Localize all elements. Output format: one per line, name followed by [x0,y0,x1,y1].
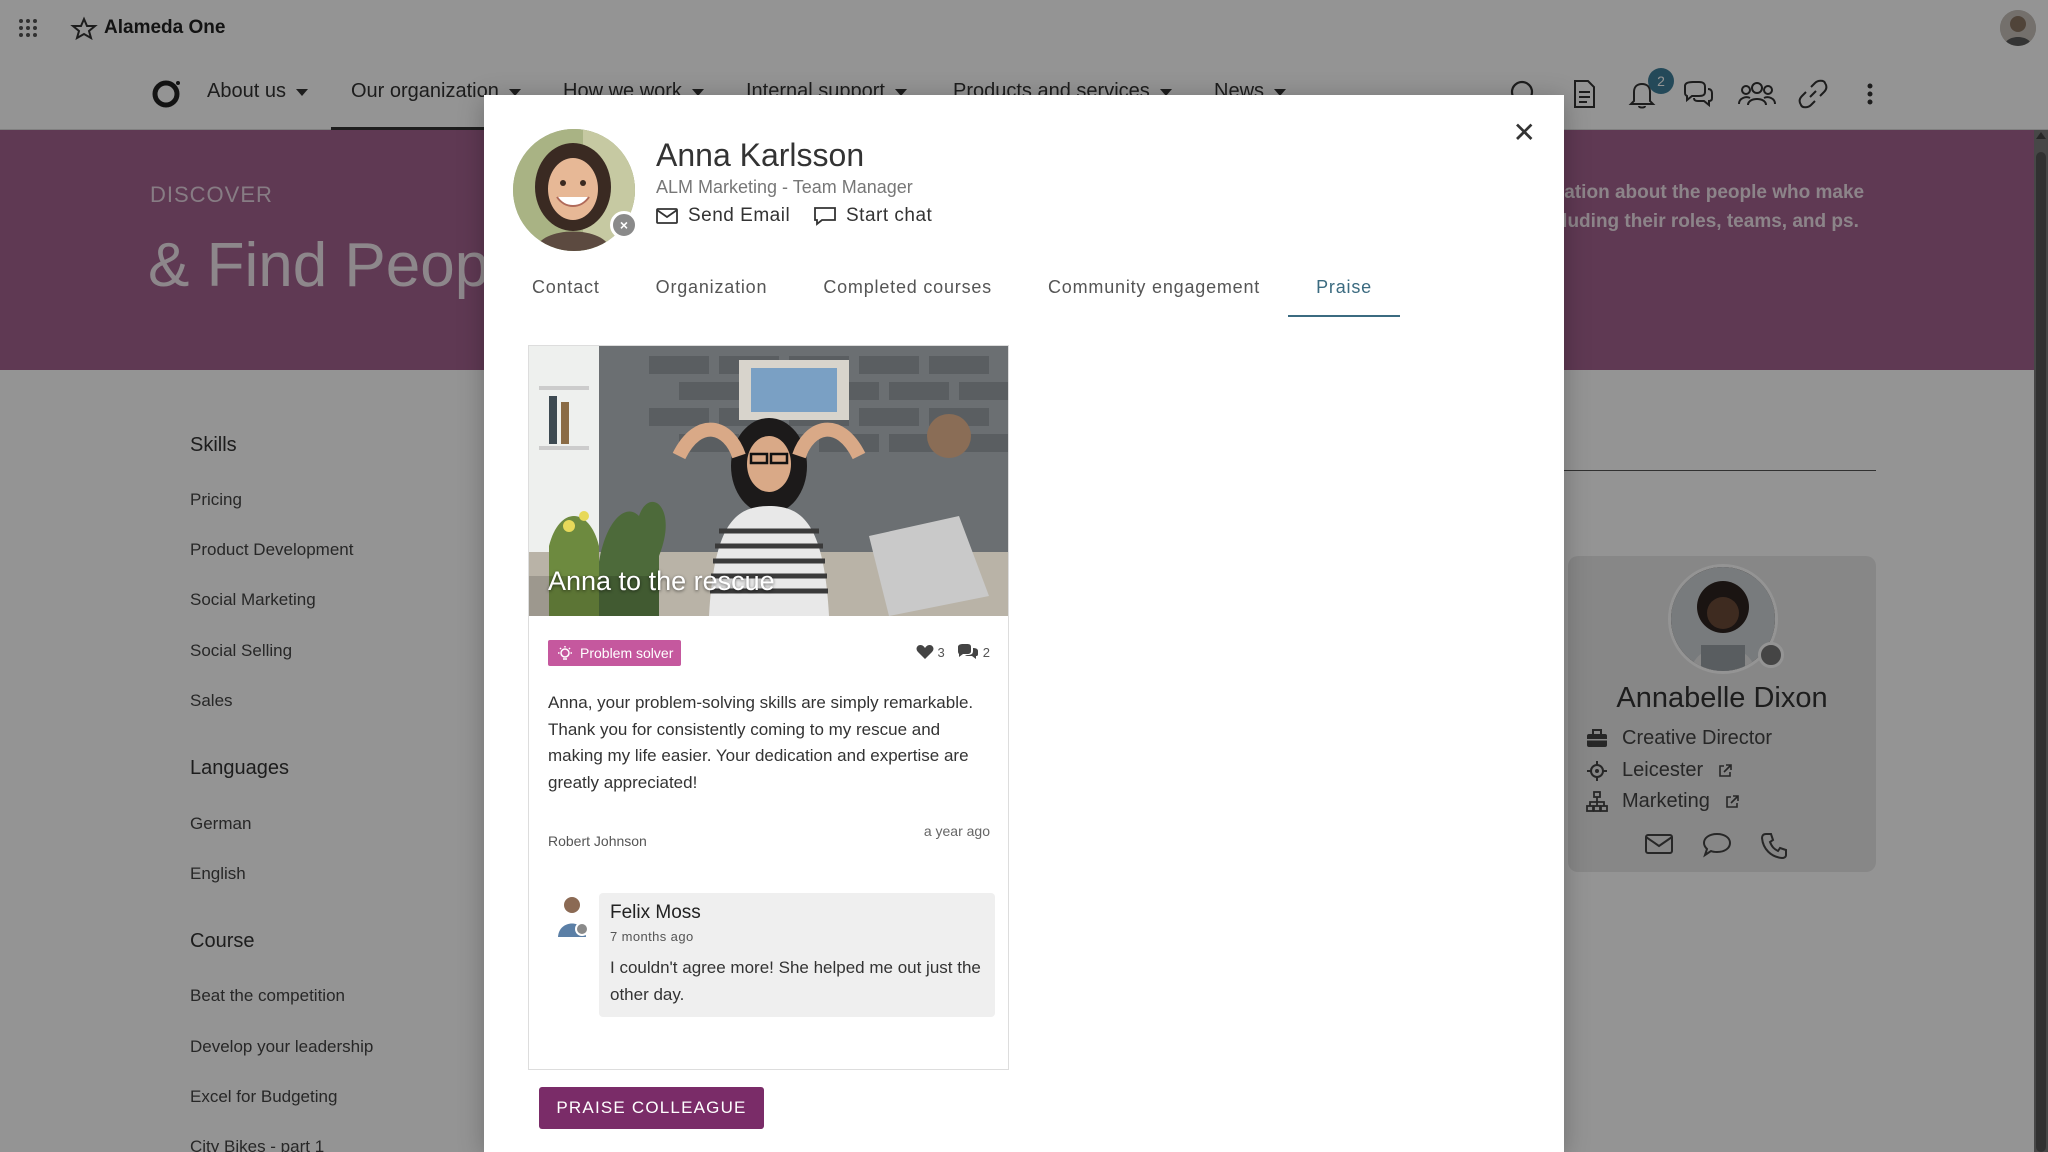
praise-card: Anna to the rescue Problem solver 3 2 An… [528,345,1009,1070]
comments-icon [957,644,978,659]
praise-message: Anna, your problem-solving skills are si… [548,693,974,792]
start-chat-label: Start chat [846,205,933,226]
tab-organization[interactable]: Organization [628,265,796,317]
tab-contact[interactable]: Contact [512,265,628,317]
heart-icon [916,645,933,659]
praise-tag-label: Problem solver [580,645,674,661]
praise-author[interactable]: Robert Johnson [548,833,647,849]
profile-tabs: Contact Organization Completed courses C… [512,265,1400,317]
start-chat-button[interactable]: Start chat [814,205,932,227]
praise-tag: Problem solver [548,640,682,666]
tab-praise[interactable]: Praise [1288,265,1400,317]
praise-title: Anna to the rescue [548,566,775,596]
praise-timestamp: a year ago [923,823,990,839]
praise-colleague-button[interactable]: PRAISE COLLEAGUE [539,1087,764,1129]
praise-stats: 3 2 [916,644,990,660]
profile-modal: ✕ × Anna Karlsson ALM Marketing - Team M… [484,95,1564,1152]
profile-name: Anna Karlsson [656,137,865,173]
tab-completed-courses[interactable]: Completed courses [795,265,1020,317]
lightbulb-icon [558,646,572,660]
comment-counter[interactable]: 2 [957,644,990,660]
send-email-button[interactable]: Send Email [656,205,790,227]
profile-role: ALM Marketing - Team Manager [656,177,913,197]
close-icon[interactable]: ✕ [1513,119,1536,147]
comment-bubble: Felix Moss 7 months ago I couldn't agree… [599,893,995,1017]
email-icon [656,208,678,224]
status-indicator: × [610,211,638,239]
like-count: 3 [937,644,945,660]
comment-count: 2 [982,644,990,660]
comment-text: I couldn't agree more! She helped me out… [610,958,981,1004]
comment-timestamp: 7 months ago [610,929,694,944]
commenter-name[interactable]: Felix Moss [610,902,701,924]
commenter-avatar[interactable] [556,893,589,937]
like-counter[interactable]: 3 [916,644,945,660]
tab-community-engagement[interactable]: Community engagement [1020,265,1288,317]
send-email-label: Send Email [688,205,791,226]
chat-icon [814,207,836,226]
